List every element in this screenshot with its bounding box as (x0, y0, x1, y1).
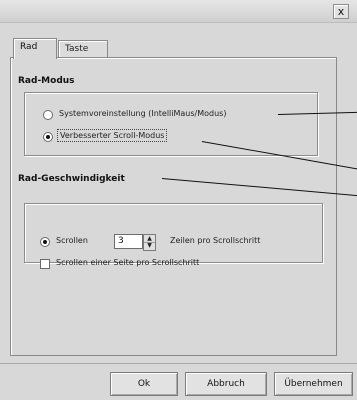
scroll-page-checkbox[interactable] (40, 259, 50, 269)
tab-rad[interactable]: Rad (13, 38, 57, 59)
radio-enhanced-scroll-label[interactable]: Verbesserter Scroll-Modus (57, 129, 168, 142)
radio-enhanced-scroll[interactable] (43, 132, 53, 142)
wheel-speed-group (24, 203, 323, 263)
scroll-page-label[interactable]: Scrollen einer Seite pro Scrollschritt (56, 258, 199, 267)
lines-per-step-suffix: Zeilen pro Scrollschritt (170, 236, 261, 245)
radio-system-default[interactable] (43, 110, 53, 120)
radio-scroll-lines[interactable] (40, 237, 50, 247)
close-button[interactable]: x (333, 4, 349, 19)
ok-button[interactable]: Ok (110, 372, 178, 396)
scroll-lines-label[interactable]: Scrollen (56, 236, 88, 245)
title-bar: x (0, 0, 357, 23)
wheel-speed-heading: Rad-Geschwindigkeit (18, 174, 129, 184)
lines-per-step-input[interactable]: 3 (114, 234, 143, 249)
spin-down-icon[interactable]: ▼ (144, 242, 155, 249)
apply-button[interactable]: Übernehmen (274, 372, 353, 396)
radio-system-default-label[interactable]: Systemvoreinstellung (IntelliMaus/Modus) (59, 109, 226, 118)
wheel-mode-heading: Rad-Modus (18, 76, 79, 86)
cancel-button[interactable]: Abbruch (185, 372, 267, 396)
tab-taste[interactable]: Taste (58, 40, 108, 58)
wheel-mode-group (24, 92, 318, 156)
mouse-properties-dialog: x Rad Taste Rad-Modus Systemvoreinstellu… (0, 0, 357, 400)
lines-per-step-spinner[interactable]: ▲ ▼ (143, 234, 156, 251)
footer-separator (0, 363, 357, 364)
